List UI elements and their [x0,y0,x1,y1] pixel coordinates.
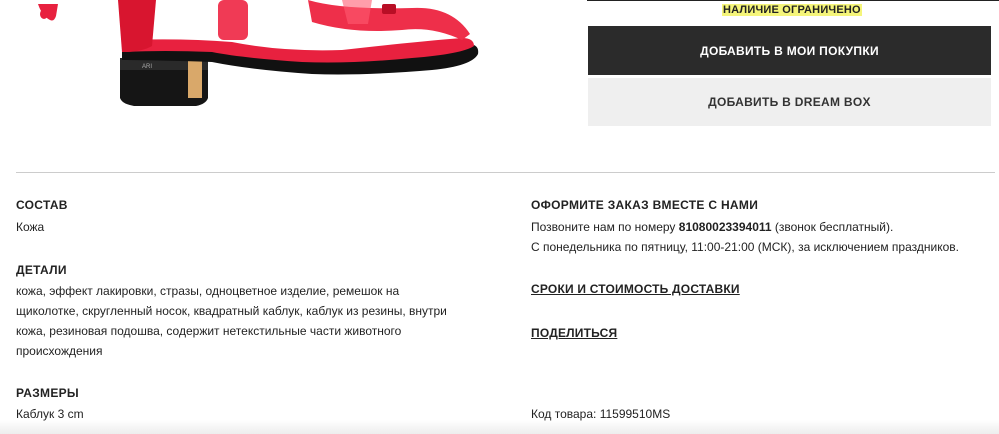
add-to-dreambox-button[interactable]: ДОБАВИТЬ В DREAM BOX [588,78,991,126]
order-heading: ОФОРМИТЕ ЗАКАЗ ВМЕСТЕ С НАМИ [531,198,759,212]
sandal-heel-band [188,58,202,98]
details-body: кожа, эффект лакировки, стразы, одноцвет… [16,281,486,361]
top-rule [587,0,999,1]
delivery-link[interactable]: СРОКИ И СТОИМОСТЬ ДОСТАВКИ [531,282,740,296]
section-divider [16,172,995,173]
availability-badge: НАЛИЧИЕ ОГРАНИЧЕНО [722,4,862,16]
product-image: ARI [118,0,479,106]
phone-number[interactable]: 81080023394011 [679,220,772,234]
order-hours: С понедельника по пятницу, 11:00-21:00 (… [531,240,959,254]
phone-prefix: Позвоните нам по номеру [531,220,679,234]
order-phone-line: Позвоните нам по номеру 81080023394011 (… [531,217,893,237]
product-thumbnail[interactable] [36,0,60,26]
share-link[interactable]: ПОДЕЛИТЬСЯ [531,326,617,340]
details-line: кожа, резиновая подошва, содержит нетекс… [16,324,402,338]
composition-heading: СОСТАВ [16,198,68,212]
bottom-fade [0,420,999,434]
add-to-cart-button[interactable]: ДОБАВИТЬ В МОИ ПОКУПКИ [588,26,991,75]
sizes-heading: РАЗМЕРЫ [16,386,79,400]
svg-text:ARI: ARI [142,64,152,70]
composition-value: Кожа [16,220,45,234]
phone-suffix: (звонок бесплатный). [771,220,894,234]
details-line: происхождения [16,344,103,358]
details-line: кожа, эффект лакировки, стразы, одноцвет… [16,284,400,298]
details-line: щиколотке, скругленный носок, квадратный… [16,304,447,318]
details-heading: ДЕТАЛИ [16,263,67,277]
